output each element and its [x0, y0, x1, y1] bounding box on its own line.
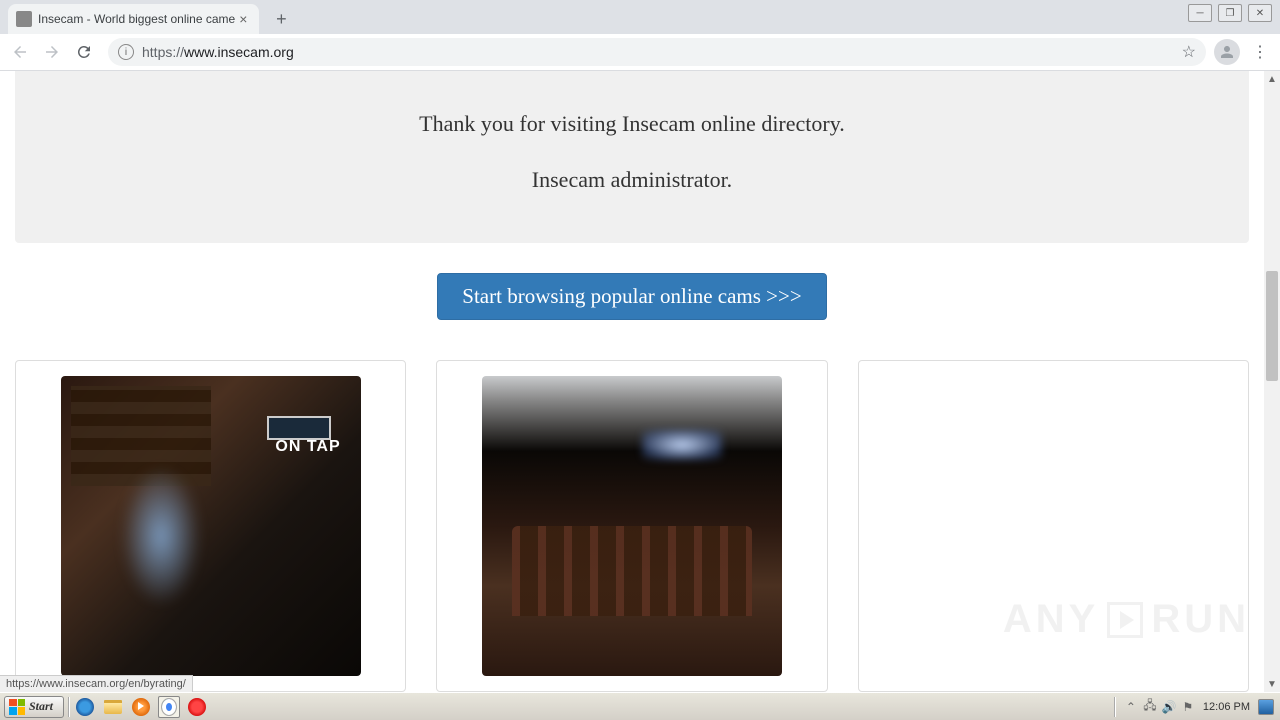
omnibox[interactable]: i https://www.insecam.org ☆ — [108, 38, 1206, 66]
browser-tab[interactable]: Insecam - World biggest online came × — [8, 4, 259, 34]
bookmark-star-icon[interactable]: ☆ — [1182, 42, 1196, 62]
camera-thumbnail-loading — [903, 376, 1203, 676]
camera-card[interactable]: ON TAP — [15, 360, 406, 692]
scroll-thumb[interactable] — [1266, 271, 1278, 381]
show-desktop-button[interactable] — [1258, 699, 1274, 715]
chrome-menu-button[interactable]: ⋮ — [1248, 40, 1272, 64]
admin-signature: Insecam administrator. — [45, 167, 1219, 193]
back-button[interactable] — [8, 40, 32, 64]
start-button[interactable]: Start — [4, 696, 64, 718]
new-tab-button[interactable]: + — [267, 5, 295, 33]
person-icon — [1218, 43, 1236, 61]
arrow-right-icon — [43, 43, 61, 61]
intro-panel: Thank you for visiting Insecam online di… — [15, 71, 1249, 243]
camera-thumbnail — [482, 376, 782, 676]
scroll-up-button[interactable]: ▲ — [1264, 71, 1280, 87]
system-tray: ⌃ 🖧 🔊 ⚑ 12:06 PM — [1114, 697, 1280, 717]
address-bar: i https://www.insecam.org ☆ ⋮ — [0, 34, 1280, 71]
windows-logo-icon — [9, 699, 25, 715]
start-label: Start — [29, 699, 53, 714]
media-player-icon[interactable] — [130, 696, 152, 718]
tab-strip: Insecam - World biggest online came × + — [0, 0, 1280, 34]
network-icon[interactable]: 🖧 — [1143, 700, 1157, 714]
close-window-button[interactable]: ✕ — [1248, 4, 1272, 22]
forward-button[interactable] — [40, 40, 64, 64]
page-viewport: Thank you for visiting Insecam online di… — [0, 71, 1280, 692]
camera-cards: ON TAP — [0, 360, 1264, 692]
clock[interactable]: 12:06 PM — [1203, 701, 1250, 713]
flag-icon[interactable]: ⚑ — [1181, 700, 1195, 714]
reload-button[interactable] — [72, 40, 96, 64]
url-text: https://www.insecam.org — [142, 44, 1182, 60]
camera-card[interactable] — [858, 360, 1249, 692]
reload-icon — [75, 43, 93, 61]
vertical-scrollbar[interactable]: ▲ ▼ — [1264, 71, 1280, 692]
explorer-icon[interactable] — [102, 696, 124, 718]
volume-icon[interactable]: 🔊 — [1162, 700, 1176, 714]
camera-card[interactable] — [436, 360, 827, 692]
page-content: Thank you for visiting Insecam online di… — [0, 71, 1264, 692]
site-info-icon[interactable]: i — [118, 44, 134, 60]
favicon-icon — [16, 11, 32, 27]
chrome-taskbar-button[interactable] — [158, 696, 180, 718]
browser-chrome: ─ ❐ ✕ Insecam - World biggest online cam… — [0, 0, 1280, 71]
camera-thumbnail: ON TAP — [61, 376, 361, 676]
ie-icon[interactable] — [74, 696, 96, 718]
minimize-button[interactable]: ─ — [1188, 4, 1212, 22]
tray-expand-icon[interactable]: ⌃ — [1124, 700, 1138, 714]
thank-you-text: Thank you for visiting Insecam online di… — [45, 111, 1219, 137]
status-bar-link: https://www.insecam.org/en/byrating/ — [0, 675, 193, 692]
tab-title: Insecam - World biggest online came — [38, 12, 235, 26]
maximize-button[interactable]: ❐ — [1218, 4, 1242, 22]
quick-launch — [74, 696, 208, 718]
on-tap-sign: ON TAP — [275, 438, 340, 456]
start-browsing-button[interactable]: Start browsing popular online cams >>> — [437, 273, 826, 320]
windows-taskbar: Start ⌃ 🖧 🔊 ⚑ 12:06 PM — [0, 692, 1280, 720]
scroll-down-button[interactable]: ▼ — [1264, 676, 1280, 692]
window-controls: ─ ❐ ✕ — [1188, 4, 1272, 22]
profile-avatar[interactable] — [1214, 39, 1240, 65]
close-tab-button[interactable]: × — [235, 11, 251, 27]
red-app-icon[interactable] — [186, 696, 208, 718]
arrow-left-icon — [11, 43, 29, 61]
